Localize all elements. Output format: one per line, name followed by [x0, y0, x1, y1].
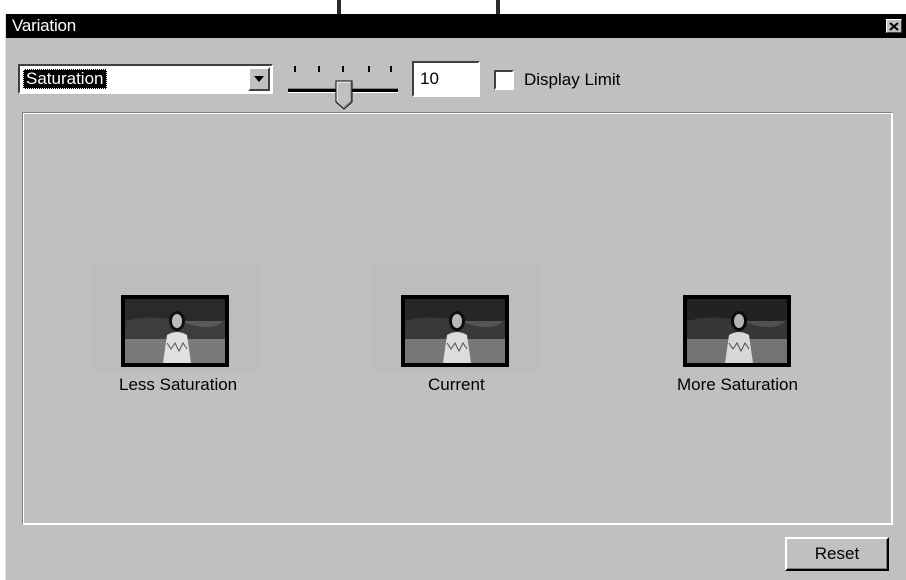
amount-slider[interactable]: [286, 58, 400, 110]
mode-select[interactable]: Saturation: [18, 64, 273, 94]
close-button[interactable]: [886, 19, 902, 33]
close-icon: [889, 21, 899, 31]
mode-select-value: Saturation: [23, 69, 107, 89]
slider-tick: [318, 66, 320, 72]
thumbnail-image: [683, 295, 791, 367]
slider-tick: [368, 66, 370, 72]
display-limit-checkbox[interactable]: [494, 70, 514, 90]
slider-tick: [294, 66, 296, 72]
slider-tick: [342, 66, 344, 72]
variant-more-saturation[interactable]: More Saturation: [653, 265, 823, 405]
title-bar: Variation: [6, 14, 906, 38]
variant-less-saturation[interactable]: Less Saturation: [91, 265, 261, 405]
slider-thumb[interactable]: [335, 80, 353, 110]
variant-current[interactable]: Current: [371, 265, 541, 405]
reset-button[interactable]: Reset: [785, 537, 889, 571]
thumbnail-image: [121, 295, 229, 367]
variant-caption: Current: [428, 375, 485, 394]
variation-dialog: Variation Saturation 10 Display Limit Le…: [5, 14, 906, 580]
amount-input[interactable]: 10: [412, 61, 480, 97]
variant-caption: Less Saturation: [119, 375, 238, 394]
variant-caption: More Saturation: [677, 375, 798, 394]
thumbnail-image: [401, 295, 509, 367]
mode-select-dropdown-button[interactable]: [248, 67, 270, 91]
slider-tick: [390, 66, 392, 72]
window-title: Variation: [12, 16, 77, 35]
variation-preview-area: Less Saturation Current More Saturation: [22, 112, 893, 525]
display-limit-label: Display Limit: [524, 70, 621, 89]
chevron-down-icon: [254, 76, 264, 82]
